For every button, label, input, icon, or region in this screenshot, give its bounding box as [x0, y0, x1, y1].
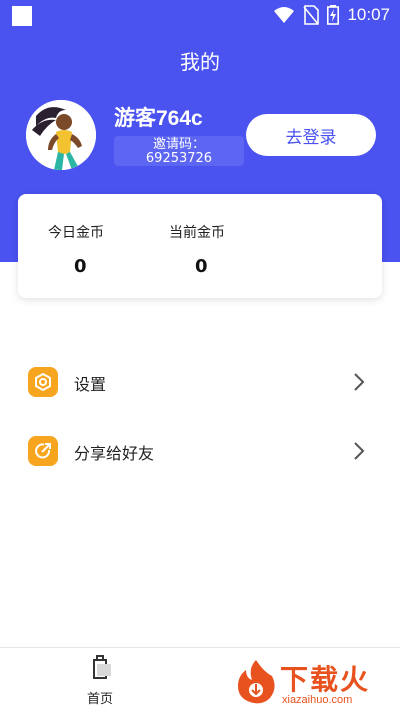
login-button[interactable]: 去登录: [246, 114, 376, 156]
watermark: 下载火 xiazaihuo.com: [234, 656, 394, 710]
notification-square-icon: [12, 6, 32, 26]
today-coins-label: 今日金币: [48, 225, 104, 241]
invite-code-label: 邀请码：: [152, 137, 205, 152]
avatar[interactable]: [26, 100, 96, 170]
status-icons: 10:07: [273, 5, 390, 25]
current-coins-label: 当前金币: [169, 225, 225, 241]
username: 游客764c: [114, 107, 203, 130]
page-title: 我的: [180, 50, 220, 74]
status-bar: 10:07: [0, 0, 400, 32]
menu-item-settings[interactable]: 设置: [0, 357, 400, 407]
today-coins: 今日金币 0: [48, 222, 168, 277]
invite-code-box: 邀请码： 69253726: [114, 136, 244, 166]
chevron-right-icon: [354, 442, 365, 460]
coin-summary-card: 今日金币 0 当前金币 0: [18, 194, 382, 298]
home-icon: [93, 655, 111, 679]
invite-code-value: 69253726: [145, 151, 213, 166]
menu-item-settings-label: 设置: [74, 375, 107, 394]
runner-avatar-icon: [26, 100, 96, 170]
settings-hexagon-icon: [28, 367, 58, 397]
current-coins-value: 0: [195, 256, 208, 277]
share-icon: [28, 436, 58, 466]
today-coins-value: 0: [74, 256, 87, 277]
current-coins: 当前金币 0: [169, 222, 289, 277]
tab-home-label: 首页: [86, 692, 113, 707]
watermark-text: 下载火: [280, 663, 371, 696]
status-time: 10:07: [347, 5, 390, 24]
tab-home[interactable]: 首页: [70, 654, 130, 707]
battery-charging-icon: [327, 5, 340, 25]
menu-item-share[interactable]: 分享给好友: [0, 426, 400, 476]
no-sim-icon: [303, 5, 320, 25]
wifi-icon: [274, 7, 295, 23]
watermark-url: xiazaihuo.com: [282, 694, 353, 706]
flame-logo-icon: [238, 660, 275, 704]
menu-item-share-label: 分享给好友: [74, 444, 155, 463]
chevron-right-icon: [354, 373, 365, 391]
